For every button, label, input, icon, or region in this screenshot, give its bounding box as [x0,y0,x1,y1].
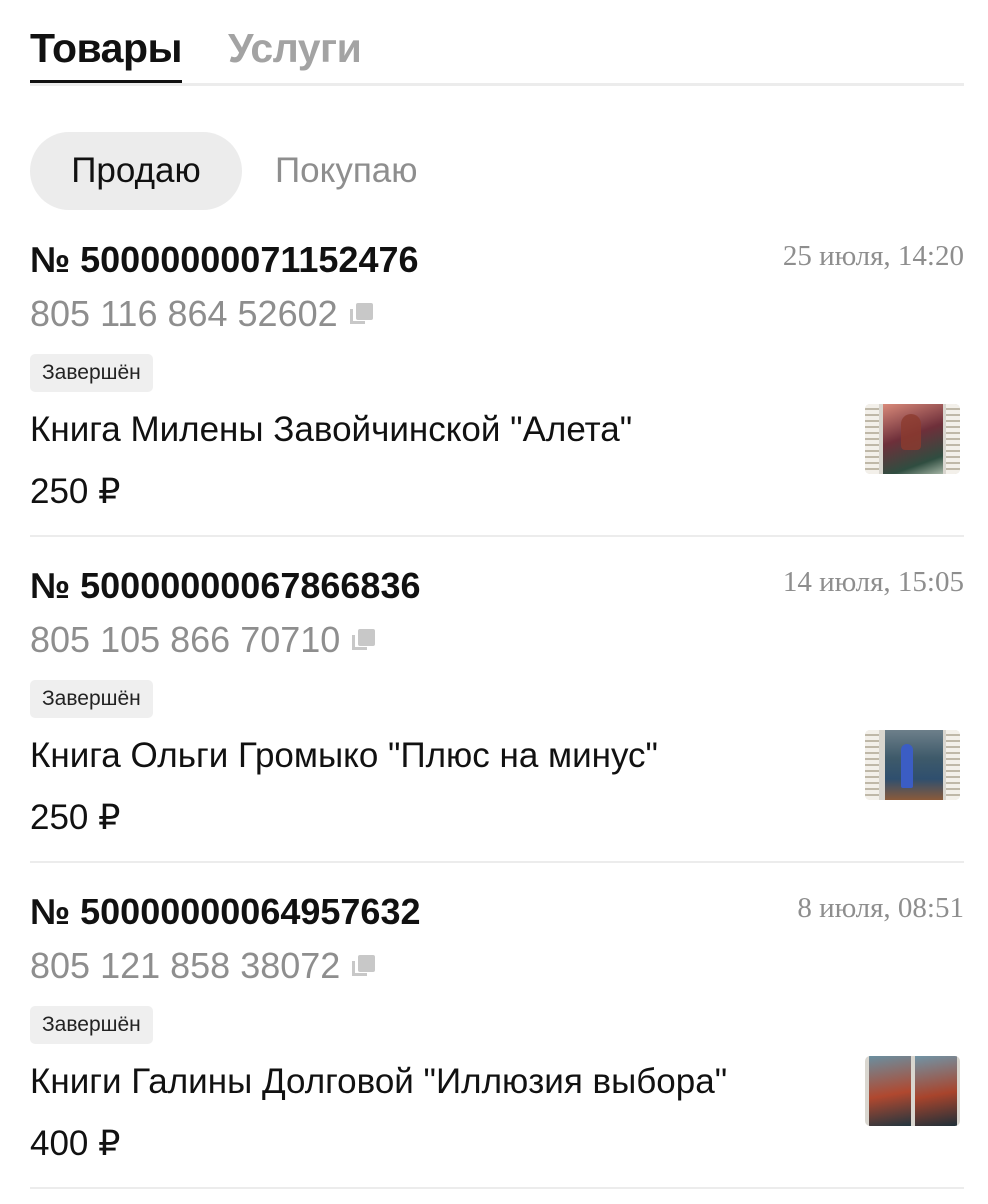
order-number: № 50000000071152476 [30,239,419,280]
status-badge: Завершён [30,680,153,718]
tracking-number: 805 121 858 38072 [30,945,341,986]
order-number: № 50000000067866836 [30,565,421,606]
order-date: 25 июля, 14:20 [782,240,964,272]
book-cover-thumbnail[interactable] [865,730,960,800]
copy-icon[interactable] [349,301,376,327]
order-card[interactable]: № 50000000071152476 25 июля, 14:20 805 1… [30,226,964,552]
tab-services-label: Услуги [228,25,362,71]
book-covers-thumbnail[interactable] [865,1056,960,1126]
subtab-selling-label: Продаю [71,151,201,190]
order-number: № 50000000064957632 [30,891,421,932]
order-divider [30,861,964,863]
orders-list: № 50000000071152476 25 июля, 14:20 805 1… [30,226,964,1204]
tracking-number-row: 805 121 858 38072 [30,944,378,988]
orders-page: Товары Услуги Продаю Покупаю № 500000000… [0,0,988,1200]
order-card[interactable]: № 50000000067866836 14 июля, 15:05 805 1… [30,552,964,878]
tracking-number: 805 105 866 70710 [30,619,341,660]
status-badge: Завершён [30,354,153,392]
product-title: Книги Галины Долговой "Иллюзия выбора" [30,1062,728,1101]
order-divider [30,535,964,537]
tab-goods-label: Товары [30,25,183,71]
copy-icon[interactable] [352,627,378,653]
tracking-number: 805 116 864 52602 [30,293,338,334]
book-cover-thumbnail[interactable] [865,404,960,474]
tracking-number-row: 805 116 864 52602 [30,292,376,336]
tab-services[interactable]: Услуги [228,22,362,74]
tab-goods[interactable]: Товары [30,22,183,86]
product-price: 250 ₽ [30,798,121,837]
order-divider [30,1187,964,1189]
tracking-number-row: 805 105 866 70710 [30,618,378,662]
tabs-divider [30,83,964,86]
subtab-selling[interactable]: Продаю [30,132,242,210]
product-title: Книга Милены Завойчинской "Алета" [30,410,633,449]
product-price: 250 ₽ [30,472,121,511]
product-price: 400 ₽ [30,1124,121,1163]
order-card[interactable]: № 50000000064957632 8 июля, 08:51 805 12… [30,878,964,1204]
order-date: 14 июля, 15:05 [782,566,964,598]
product-title: Книга Ольги Громыко "Плюс на минус" [30,736,658,775]
subtab-buying[interactable]: Покупаю [275,132,418,210]
copy-icon[interactable] [352,953,378,979]
subtab-buying-label: Покупаю [275,151,418,190]
order-date: 8 июля, 08:51 [797,892,964,924]
main-tabs: Товары Услуги [30,0,964,87]
status-badge: Завершён [30,1006,153,1044]
